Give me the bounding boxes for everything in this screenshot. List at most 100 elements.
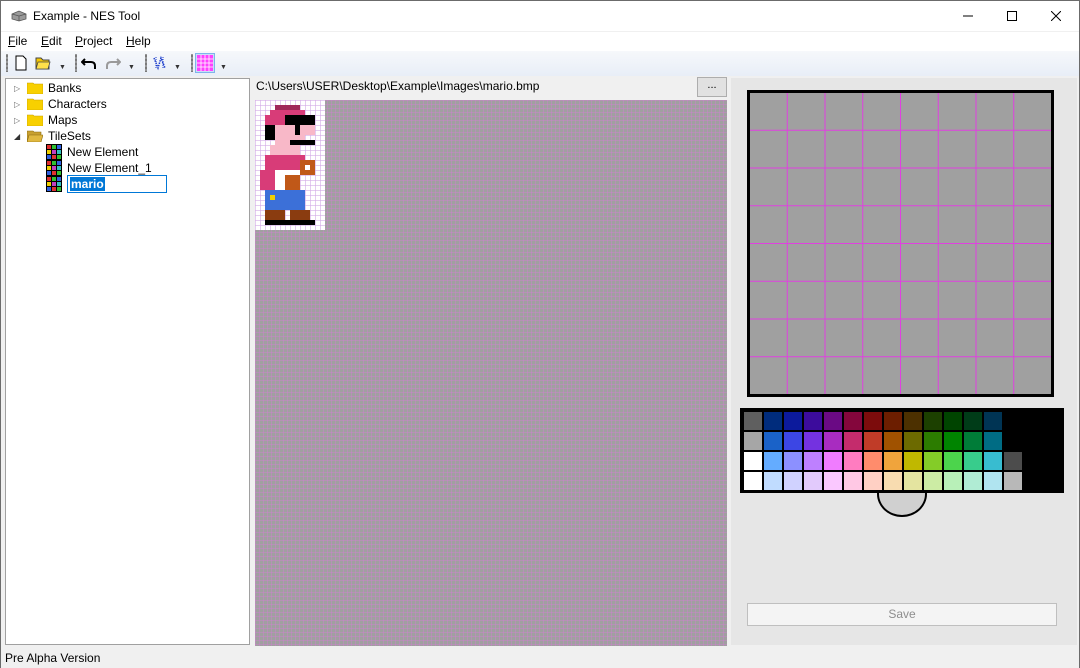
- palette-swatch[interactable]: [884, 472, 902, 490]
- palette-swatch[interactable]: [1004, 472, 1022, 490]
- palette-swatch[interactable]: [744, 452, 762, 470]
- palette-swatch[interactable]: [824, 412, 842, 430]
- palette-swatch[interactable]: [844, 432, 862, 450]
- image-canvas[interactable]: [255, 100, 727, 646]
- palette-swatch[interactable]: [924, 472, 942, 490]
- palette-swatch[interactable]: [904, 452, 922, 470]
- palette-swatch[interactable]: [884, 452, 902, 470]
- palette-swatch[interactable]: [904, 472, 922, 490]
- palette-swatch[interactable]: [1044, 432, 1062, 450]
- palette-swatch[interactable]: [884, 432, 902, 450]
- palette-swatch[interactable]: [1024, 432, 1042, 450]
- palette-swatch[interactable]: [824, 472, 842, 490]
- expand-arrow-icon[interactable]: ▷: [14, 116, 23, 125]
- palette-swatch[interactable]: [984, 432, 1002, 450]
- palette-swatch[interactable]: [1044, 452, 1062, 470]
- open-project-button[interactable]: [33, 53, 53, 73]
- expand-arrow-icon[interactable]: ▷: [14, 84, 23, 93]
- palette-swatch[interactable]: [764, 432, 782, 450]
- palette-swatch[interactable]: [1004, 432, 1022, 450]
- palette-swatch[interactable]: [864, 472, 882, 490]
- menu-help[interactable]: Help: [126, 34, 151, 48]
- convert-tool-button[interactable]: [150, 53, 170, 73]
- palette-swatch[interactable]: [844, 452, 862, 470]
- palette-swatch[interactable]: [964, 432, 982, 450]
- browse-image-button[interactable]: ...: [697, 77, 727, 97]
- palette-swatch[interactable]: [744, 472, 762, 490]
- palette-swatch[interactable]: [944, 452, 962, 470]
- tree-item-element-1[interactable]: New Element_1: [67, 161, 152, 175]
- palette-swatch[interactable]: [844, 472, 862, 490]
- close-button[interactable]: [1033, 1, 1079, 31]
- palette-swatch[interactable]: [764, 412, 782, 430]
- palette-swatch[interactable]: [944, 412, 962, 430]
- palette-swatch[interactable]: [864, 412, 882, 430]
- palette-swatch[interactable]: [784, 452, 802, 470]
- palette-swatch[interactable]: [964, 452, 982, 470]
- palette-swatch[interactable]: [804, 472, 822, 490]
- palette-swatch[interactable]: [984, 472, 1002, 490]
- palette-swatch[interactable]: [784, 432, 802, 450]
- palette-swatch[interactable]: [864, 432, 882, 450]
- tree-item-element[interactable]: New Element: [67, 145, 138, 159]
- tree-item-banks[interactable]: Banks: [48, 81, 81, 95]
- palette-swatch[interactable]: [784, 412, 802, 430]
- palette-swatch[interactable]: [944, 432, 962, 450]
- palette-swatch[interactable]: [1024, 472, 1042, 490]
- palette-swatch[interactable]: [924, 432, 942, 450]
- toolbar-grip[interactable]: [191, 54, 193, 72]
- expand-arrow-icon[interactable]: ▷: [14, 100, 23, 109]
- palette-swatch[interactable]: [924, 412, 942, 430]
- redo-button[interactable]: [103, 53, 123, 73]
- grid-toggle-button[interactable]: [195, 53, 215, 73]
- convert-dropdown-icon[interactable]: ▼: [174, 64, 182, 71]
- palette-swatch[interactable]: [924, 452, 942, 470]
- undo-button[interactable]: [79, 53, 99, 73]
- tile-editor-grid[interactable]: [747, 90, 1054, 397]
- rename-input[interactable]: mario: [67, 175, 167, 193]
- new-project-button[interactable]: [11, 53, 31, 73]
- palette-swatch[interactable]: [764, 452, 782, 470]
- tree-item-tilesets[interactable]: TileSets: [48, 129, 91, 143]
- palette-swatch[interactable]: [1004, 412, 1022, 430]
- palette-swatch[interactable]: [804, 432, 822, 450]
- palette-swatch[interactable]: [844, 412, 862, 430]
- palette-swatch[interactable]: [784, 472, 802, 490]
- palette-swatch[interactable]: [884, 412, 902, 430]
- palette-swatch[interactable]: [1044, 412, 1062, 430]
- tree-item-maps[interactable]: Maps: [48, 113, 77, 127]
- minimize-button[interactable]: [945, 1, 991, 31]
- collapse-arrow-icon[interactable]: ◢: [14, 132, 23, 141]
- save-button[interactable]: Save: [747, 603, 1057, 626]
- maximize-button[interactable]: [989, 1, 1035, 31]
- palette-swatch[interactable]: [1004, 452, 1022, 470]
- menu-project[interactable]: Project: [75, 34, 112, 48]
- grid-dropdown-icon[interactable]: ▼: [220, 64, 228, 71]
- menu-file[interactable]: File: [8, 34, 27, 48]
- palette-swatch[interactable]: [964, 412, 982, 430]
- palette-swatch[interactable]: [964, 472, 982, 490]
- palette-swatch[interactable]: [764, 472, 782, 490]
- palette-swatch[interactable]: [824, 452, 842, 470]
- palette-swatch[interactable]: [944, 472, 962, 490]
- palette-swatch[interactable]: [1044, 472, 1062, 490]
- palette-swatch[interactable]: [1024, 412, 1042, 430]
- palette-swatch[interactable]: [824, 432, 842, 450]
- palette-swatch[interactable]: [804, 452, 822, 470]
- palette-swatch[interactable]: [1024, 452, 1042, 470]
- palette-swatch[interactable]: [904, 432, 922, 450]
- palette-swatch[interactable]: [864, 452, 882, 470]
- palette-swatch[interactable]: [744, 432, 762, 450]
- palette-swatch[interactable]: [804, 412, 822, 430]
- sprite-preview[interactable]: [255, 100, 325, 230]
- tree-item-characters[interactable]: Characters: [48, 97, 107, 111]
- palette-swatch[interactable]: [744, 412, 762, 430]
- palette-swatch[interactable]: [904, 412, 922, 430]
- palette-swatch[interactable]: [984, 412, 1002, 430]
- toolbar-grip[interactable]: [145, 54, 147, 72]
- toolbar-grip[interactable]: [6, 54, 8, 72]
- redo-dropdown-icon[interactable]: ▼: [128, 64, 136, 71]
- palette-swatch[interactable]: [984, 452, 1002, 470]
- toolbar-grip[interactable]: [75, 54, 77, 72]
- open-dropdown-icon[interactable]: ▼: [59, 64, 67, 71]
